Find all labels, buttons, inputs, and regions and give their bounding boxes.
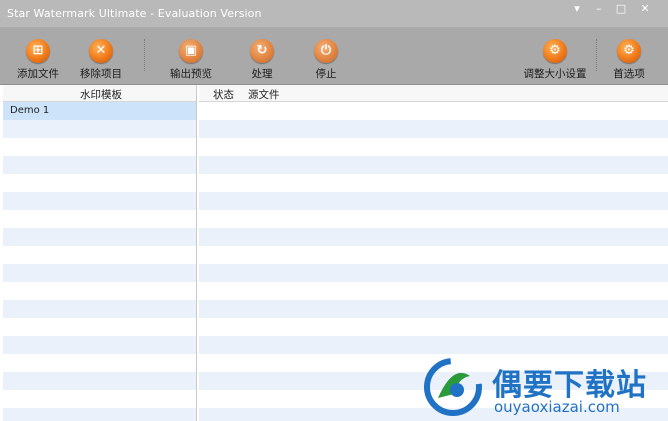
stop-label: 停止 xyxy=(315,68,337,80)
resize-settings-button[interactable]: ⚙ 调整大小设置 xyxy=(522,39,588,81)
output-preview-label: 输出预览 xyxy=(170,68,212,80)
minimize-button[interactable]: – xyxy=(590,2,608,16)
add-file-icon: ⊞ xyxy=(26,39,50,63)
watermark-logo-icon xyxy=(424,358,482,416)
add-files-label: 添加文件 xyxy=(17,68,59,80)
template-header: 水印模板 xyxy=(3,85,196,102)
add-files-button[interactable]: ⊞ 添加文件 xyxy=(16,39,60,81)
title-bar: Star Watermark Ultimate - Evaluation Ver… xyxy=(0,0,668,27)
preferences-button[interactable]: ⚙ 首选项 xyxy=(608,39,650,81)
resize-settings-label: 调整大小设置 xyxy=(523,68,587,80)
template-panel: 水印模板 Demo 1 xyxy=(3,85,197,421)
process-button[interactable]: ↻ 处理 xyxy=(244,39,280,81)
process-label: 处理 xyxy=(251,68,273,80)
file-list-header: 状态 源文件 xyxy=(199,85,668,102)
remove-item-label: 移除项目 xyxy=(80,68,122,80)
maximize-button[interactable]: □ xyxy=(612,2,630,16)
toolbar-separator xyxy=(596,39,597,71)
template-list[interactable]: Demo 1 xyxy=(3,102,196,421)
toolbar: ⊞ 添加文件 ✕ 移除项目 ▣ 输出预览 ↻ 处理 ⏻ 停止 ⚙ 调整大小设置 … xyxy=(0,27,668,85)
toolbar-separator xyxy=(144,39,145,71)
dropdown-icon[interactable]: ▾ xyxy=(568,2,586,16)
power-icon: ⏻ xyxy=(314,39,338,63)
close-button[interactable]: ✕ xyxy=(636,2,654,16)
output-preview-button[interactable]: ▣ 输出预览 xyxy=(167,39,215,81)
user-gear-icon: ⚙ xyxy=(543,39,567,63)
source-file-column-header[interactable]: 源文件 xyxy=(248,87,280,102)
template-column-header[interactable]: 水印模板 xyxy=(80,87,122,102)
watermark-site-url: ouyaoxiazai.com xyxy=(494,398,620,416)
window-title: Star Watermark Ultimate - Evaluation Ver… xyxy=(7,7,262,20)
remove-x-icon: ✕ xyxy=(89,39,113,63)
refresh-icon: ↻ xyxy=(250,39,274,63)
status-column-header[interactable]: 状态 xyxy=(213,87,234,102)
preferences-label: 首选项 xyxy=(613,68,645,80)
site-watermark: 偶要下载站 ouyaoxiazai.com xyxy=(424,356,664,418)
remove-item-button[interactable]: ✕ 移除项目 xyxy=(77,39,125,81)
stop-button[interactable]: ⏻ 停止 xyxy=(308,39,344,81)
preview-image-icon: ▣ xyxy=(179,39,203,63)
list-item[interactable]: Demo 1 xyxy=(3,102,196,120)
preferences-gear-icon: ⚙ xyxy=(617,39,641,63)
